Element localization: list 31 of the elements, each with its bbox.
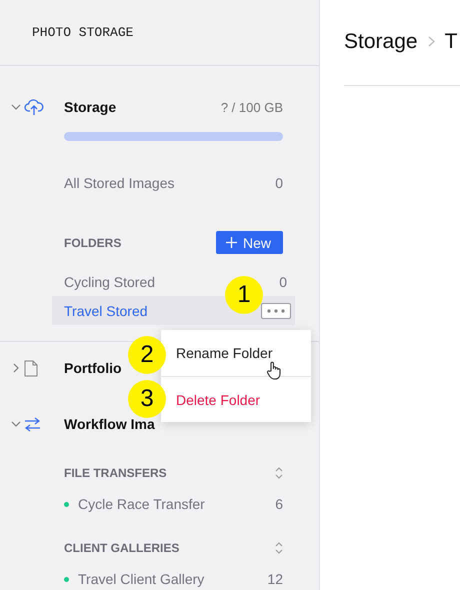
group-heading: FILE TRANSFERS [64, 466, 167, 480]
image-count: 0 [275, 175, 283, 191]
storage-usage: ? / 100 GB [220, 100, 283, 114]
hand-cursor-icon [266, 361, 282, 380]
plus-icon [226, 237, 237, 248]
chevron-down-icon[interactable] [11, 102, 21, 112]
transfer-icon [24, 416, 41, 432]
breadcrumb-item[interactable]: Storage [344, 30, 418, 54]
chevron-right-icon [428, 36, 435, 47]
breadcrumb-item[interactable]: T [444, 30, 458, 54]
sort-icon[interactable] [275, 541, 283, 555]
item-count: 12 [267, 571, 283, 587]
new-folder-button[interactable]: New [216, 231, 283, 254]
more-icon [267, 308, 285, 312]
item-count: 6 [275, 496, 283, 512]
folder-count: 0 [279, 274, 287, 290]
cloud-upload-icon [24, 98, 44, 116]
all-images-link[interactable]: All Stored Images [64, 175, 174, 191]
section-title[interactable]: Storage [64, 99, 221, 115]
sort-icon[interactable] [275, 466, 283, 480]
folder-item[interactable]: Travel Stored [64, 302, 148, 318]
list-item[interactable]: Travel Client Gallery [78, 571, 268, 587]
chevron-right-icon[interactable] [11, 363, 21, 373]
document-icon [24, 360, 38, 376]
folder-item[interactable]: Cycling Stored [64, 274, 156, 290]
more-button[interactable] [261, 302, 291, 318]
group-heading: CLIENT GALLERIES [64, 541, 180, 555]
chevron-down-icon[interactable] [11, 419, 21, 429]
list-item[interactable]: Cycle Race Transfer [78, 496, 276, 512]
app-title: PHOTO STORAGE [32, 25, 134, 40]
folders-heading: FOLDERS [64, 236, 122, 250]
